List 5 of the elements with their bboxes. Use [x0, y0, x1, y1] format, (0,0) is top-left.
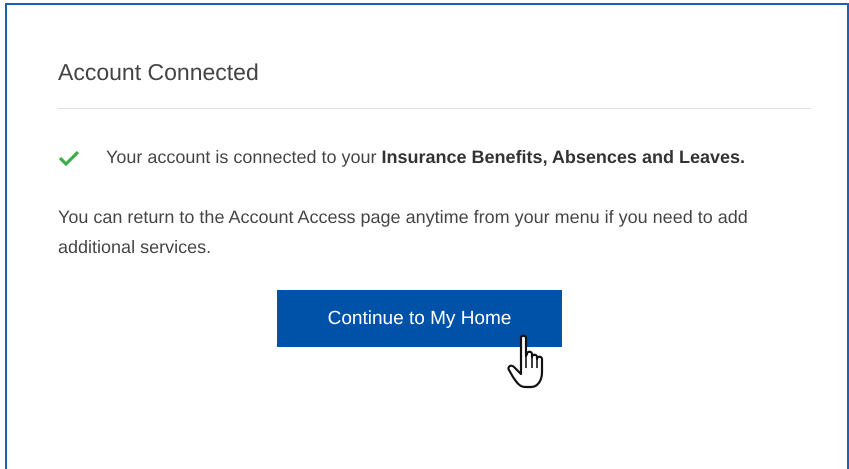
- card-title: Account Connected: [58, 58, 260, 87]
- info-text: You can return to the Account Access page anytime from your menu if you need to add additional services.: [58, 206, 749, 259]
- connection-message: Your account is connected to your Insurance Benefits, Absences and Leaves.: [106, 146, 745, 169]
- checkmark-icon: [58, 150, 80, 166]
- continue-button[interactable]: Continue to My Home: [277, 290, 562, 347]
